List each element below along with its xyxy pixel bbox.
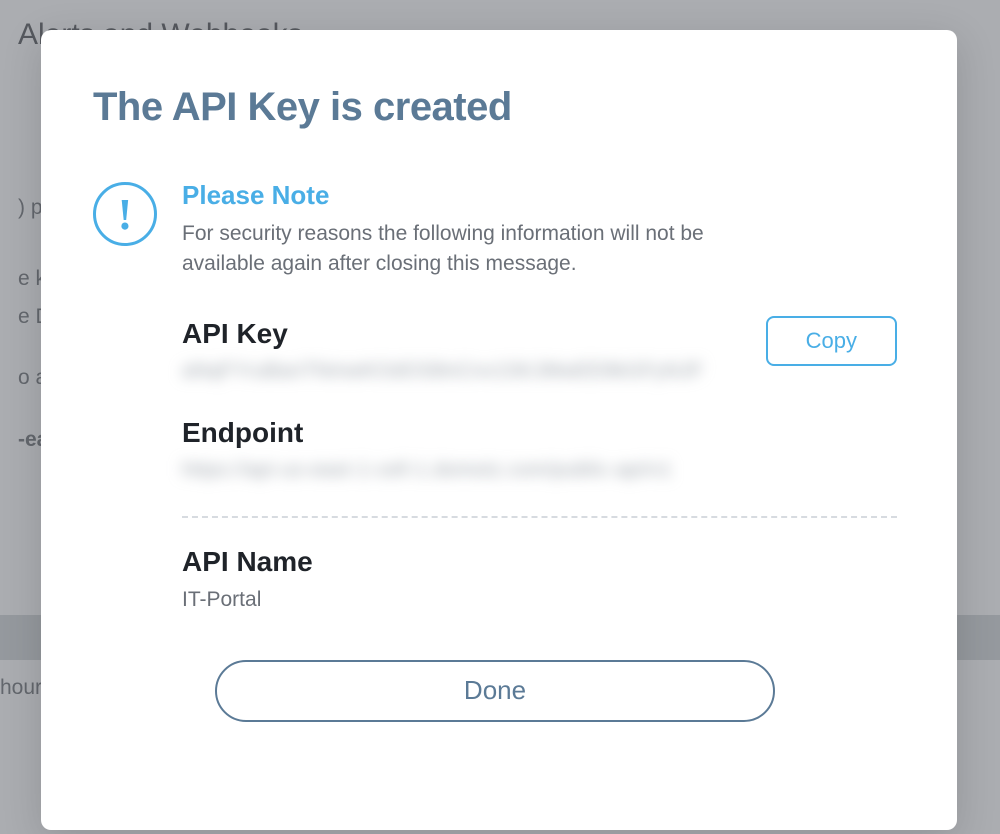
api-name-label: API Name (182, 546, 897, 578)
note-content: Please Note For security reasons the fol… (182, 178, 897, 280)
api-key-created-modal: The API Key is created ! Please Note For… (41, 30, 957, 830)
section-divider (182, 516, 897, 518)
endpoint-section: Endpoint https://api-us-east-1-cell-1.do… (182, 417, 897, 482)
copy-button[interactable]: Copy (766, 316, 897, 366)
api-name-section: API Name IT-Portal (182, 546, 897, 612)
api-key-label: API Key (182, 318, 703, 350)
exclamation-icon: ! (93, 182, 157, 246)
modal-title: The API Key is created (93, 85, 897, 130)
api-name-value: IT-Portal (182, 588, 897, 612)
done-button[interactable]: Done (215, 660, 775, 722)
api-key-value: aNqFYruBanTNmwKOdOS8nCnv1SKJMwEE8kGFyNJF (182, 360, 703, 383)
note-heading: Please Note (182, 180, 897, 211)
endpoint-label: Endpoint (182, 417, 897, 449)
please-note-block: ! Please Note For security reasons the f… (93, 178, 897, 280)
api-key-section: API Key aNqFYruBanTNmwKOdOS8nCnv1SKJMwEE… (182, 318, 897, 383)
endpoint-value: https://api-us-east-1-cell-1.domotz.com/… (182, 459, 897, 482)
note-body: For security reasons the following infor… (182, 219, 722, 280)
